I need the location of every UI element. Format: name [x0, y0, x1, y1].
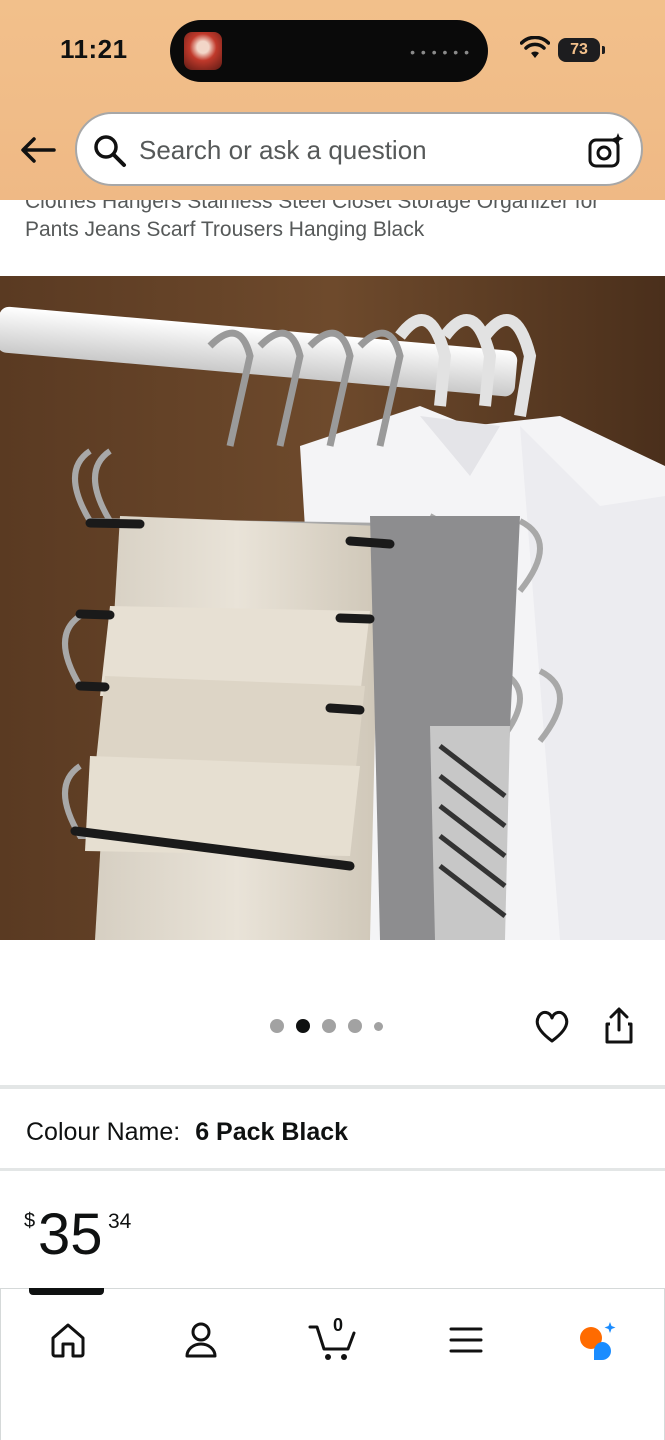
share-icon[interactable] [603, 1006, 635, 1046]
colour-label: Colour Name: [26, 1118, 181, 1146]
home-icon [51, 1323, 85, 1358]
divider [0, 1085, 665, 1089]
account-icon [185, 1322, 217, 1358]
colour-value: 6 Pack Black [195, 1118, 349, 1146]
cart-count: 0 [333, 1315, 344, 1335]
camera-lens-icon[interactable] [587, 132, 625, 170]
back-arrow-icon[interactable] [18, 132, 58, 168]
price-fraction: 34 [108, 1210, 132, 1233]
carousel-dot[interactable] [374, 1021, 383, 1031]
product-image[interactable] [0, 276, 665, 940]
dynamic-island: • • • • • • [170, 20, 488, 82]
heart-icon[interactable] [533, 1008, 571, 1044]
nav-rufus[interactable] [566, 1315, 626, 1365]
bottom-navigation: 0 [0, 1288, 665, 1440]
price-currency: $ [24, 1210, 36, 1232]
header: 11:21 • • • • • • 73 [0, 0, 665, 200]
wifi-icon [520, 36, 550, 58]
nav-home[interactable] [38, 1315, 98, 1365]
carousel-dot-active[interactable] [296, 1019, 310, 1033]
carousel-dot[interactable] [322, 1019, 336, 1033]
colour-selector[interactable]: Colour Name: 6 Pack Black [26, 1118, 348, 1147]
price-whole: 35 [38, 1202, 103, 1267]
active-tab-indicator [29, 1288, 104, 1295]
nav-menu[interactable] [436, 1315, 496, 1365]
image-carousel-dots[interactable] [270, 1019, 383, 1033]
search-input[interactable] [139, 132, 569, 168]
carousel-dot[interactable] [270, 1019, 284, 1033]
status-time: 11:21 [60, 34, 128, 64]
nav-cart[interactable]: 0 [303, 1315, 363, 1365]
carousel-dot[interactable] [348, 1019, 362, 1033]
menu-icon [449, 1327, 483, 1353]
divider [0, 1168, 665, 1171]
search-bar[interactable] [75, 112, 643, 186]
now-playing-thumbnail [184, 32, 222, 70]
island-dots: • • • • • • [410, 44, 470, 60]
search-icon [94, 135, 126, 167]
battery-indicator: 73 [558, 38, 605, 62]
rufus-icon [580, 1322, 616, 1360]
nav-account[interactable] [171, 1315, 231, 1365]
